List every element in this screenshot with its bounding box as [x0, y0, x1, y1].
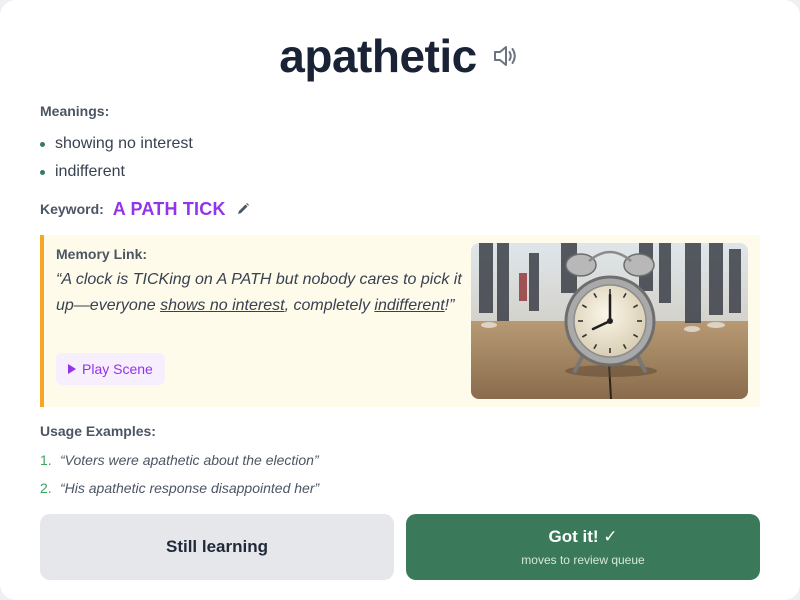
play-scene-button[interactable]: Play Scene — [56, 353, 165, 385]
story-highlight: shows no interest — [160, 297, 285, 314]
got-it-subtext: moves to review queue — [521, 553, 645, 567]
example-number: 1. — [40, 452, 52, 468]
usage-examples-label: Usage Examples: — [40, 423, 156, 439]
meaning-text: showing no interest — [55, 135, 193, 152]
pencil-icon[interactable] — [236, 202, 250, 216]
play-scene-label: Play Scene — [82, 361, 153, 377]
story-text: !” — [444, 297, 455, 314]
bullet — [40, 169, 45, 175]
clock-scene-image — [471, 243, 748, 399]
memory-link-label: Memory Link: — [56, 246, 148, 262]
flashcard: apathetic Meanings: showing no interest … — [0, 0, 800, 600]
keyword-label: Keyword: — [40, 201, 104, 217]
keyword-value: A PATH TICK — [112, 198, 226, 219]
story-highlight: indifferent — [374, 297, 445, 314]
got-it-button[interactable]: Got it! ✓ moves to review queue — [406, 514, 760, 580]
still-learning-button[interactable]: Still learning — [40, 514, 394, 580]
memory-story: “A clock is TICKing on A PATH but nobody… — [56, 267, 466, 319]
list-item: 1. “Voters were apathetic about the elect… — [40, 446, 319, 474]
still-learning-label: Still learning — [165, 537, 269, 556]
example-text: “Voters were apathetic about the electio… — [60, 452, 319, 468]
meanings-list: showing no interest indifferent — [40, 130, 193, 186]
keyword-row: Keyword: A PATH TICK — [40, 196, 250, 222]
got-it-label: Got it! ✓ — [548, 527, 618, 546]
word-header: apathetic — [0, 26, 800, 86]
play-icon — [68, 364, 76, 374]
speaker-icon[interactable] — [491, 41, 521, 71]
meanings-label: Meanings: — [40, 103, 110, 119]
bullet — [40, 141, 45, 147]
example-number: 2. — [40, 480, 52, 496]
word-title: apathetic — [279, 30, 477, 82]
example-text: “His apathetic response disappointed her… — [60, 480, 320, 496]
story-text: , completely — [284, 297, 375, 314]
usage-examples-list: 1. “Voters were apathetic about the elect… — [40, 446, 319, 502]
meaning-text: indifferent — [55, 163, 125, 180]
list-item: showing no interest — [40, 130, 193, 158]
list-item: indifferent — [40, 158, 193, 186]
list-item: 2. “His apathetic response disappointed h… — [40, 474, 319, 502]
memory-link-panel: Memory Link: “A clock is TICKing on A PA… — [40, 235, 760, 407]
